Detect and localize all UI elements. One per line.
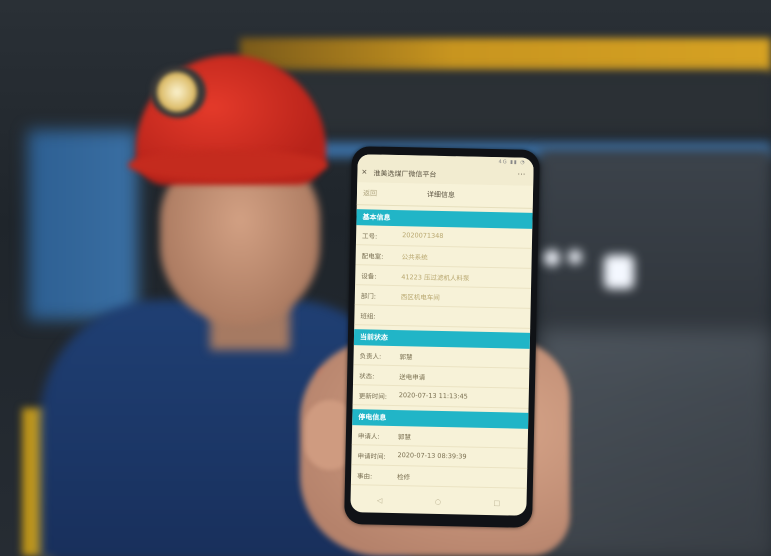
field-label: 配电室: (361, 252, 384, 261)
ceiling-light (568, 250, 582, 264)
field-value: 2020071348 (402, 231, 444, 241)
field-value: 2020-07-13 08:39:39 (397, 451, 467, 461)
ceiling-light (604, 255, 634, 289)
recents-nav-icon[interactable]: □ (493, 499, 501, 513)
ceiling-light (544, 250, 560, 266)
field-value: 送电申请 (399, 373, 426, 382)
helmet-brim (128, 150, 328, 180)
more-icon[interactable]: ⋯ (517, 170, 525, 179)
outage-info-list: 申请人: 郭慧 申请时间: 2020-07-13 08:39:39 事由: 检修 (350, 425, 529, 489)
field-value: 检修 (396, 473, 411, 482)
page-title: 详细信息 (426, 190, 456, 200)
field-label: 申请人: (357, 432, 380, 441)
android-nav-bar: ◁ ○ □ (350, 496, 526, 514)
app-title: 淮美选煤厂微信平台 (373, 169, 437, 179)
field-label: 部门: (360, 292, 377, 301)
factory-floor (540, 330, 771, 556)
app-topbar: 4G ▮▮ ◔ ✕ 淮美选煤厂微信平台 ⋯ (357, 154, 534, 186)
phone-screen: 4G ▮▮ ◔ ✕ 淮美选煤厂微信平台 ⋯ 返回 详细信息 基本信息 工号: 20… (350, 154, 534, 516)
field-label: 班组: (360, 312, 376, 321)
field-label: 状态: (359, 372, 375, 381)
field-value: 41223 压过滤机人料泵 (401, 273, 470, 283)
blue-pillar (28, 130, 138, 320)
status-info-list: 负责人: 郭慧 状态: 送电申请 更新时间: 2020-07-13 11:13:45 (352, 345, 530, 409)
field-label: 事由: (356, 472, 373, 481)
back-link[interactable]: 返回 (363, 188, 377, 198)
headlamp-lens (157, 72, 197, 112)
field-value: 西区机电车间 (400, 293, 440, 302)
field-value: 郭慧 (397, 433, 411, 442)
field-value: 公共系统 (401, 253, 428, 262)
list-item: 事由: 检修 (350, 465, 528, 489)
status-icons: 4G ▮▮ ◔ (498, 159, 526, 166)
back-nav-icon[interactable]: ◁ (377, 497, 383, 511)
status-bar: 4G ▮▮ ◔ (358, 156, 534, 168)
field-label: 设备: (361, 272, 377, 281)
photo: 4G ▮▮ ◔ ✕ 淮美选煤厂微信平台 ⋯ 返回 详细信息 基本信息 工号: 20… (0, 0, 771, 556)
field-label: 负责人: (359, 352, 382, 361)
list-item: 更新时间: 2020-07-13 11:13:45 (352, 385, 529, 409)
field-label: 更新时间: (358, 392, 388, 401)
ceiling-beam-orange (240, 38, 771, 72)
smartphone: 4G ▮▮ ◔ ✕ 淮美选煤厂微信平台 ⋯ 返回 详细信息 基本信息 工号: 20… (344, 146, 540, 528)
field-label: 申请时间: (357, 452, 386, 461)
list-item: 班组: (354, 305, 531, 329)
close-icon[interactable]: ✕ (361, 168, 367, 176)
field-value: 郭慧 (399, 353, 413, 362)
page-nav: 返回 详细信息 (356, 182, 534, 209)
field-value: 2020-07-13 11:13:45 (398, 391, 468, 401)
home-nav-icon[interactable]: ○ (435, 498, 441, 512)
field-label: 工号: (362, 232, 378, 241)
basic-info-list: 工号: 2020071348 配电室: 公共系统 设备: 41223 压过滤机人料泵 … (354, 225, 533, 329)
